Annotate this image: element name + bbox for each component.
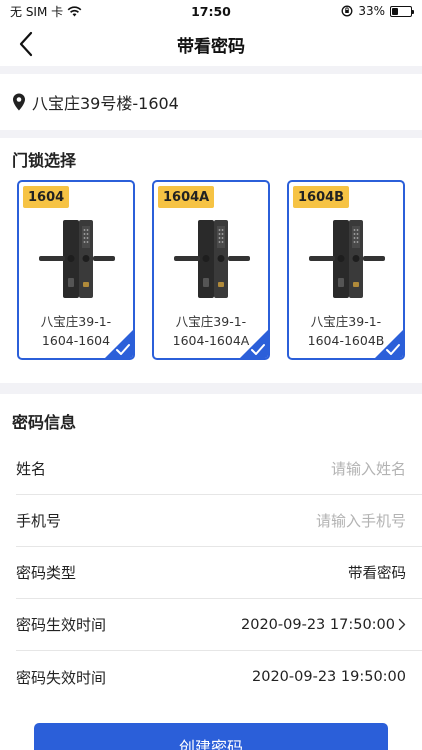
door-lock-image bbox=[309, 220, 385, 298]
location-pin-icon bbox=[13, 93, 25, 111]
lock-card[interactable]: 1604A 八宝庄39-1-1604-1604A bbox=[152, 180, 270, 360]
lock-card[interactable]: 1604B 八宝庄39-1-1604-1604B bbox=[287, 180, 405, 360]
phone-input[interactable] bbox=[206, 511, 406, 530]
start-time-value: 2020-09-23 17:50:00 bbox=[241, 616, 395, 633]
door-lock-image bbox=[39, 220, 115, 298]
status-right: 33% bbox=[341, 4, 414, 18]
divider-gap bbox=[0, 66, 422, 74]
phone-label: 手机号 bbox=[16, 512, 62, 530]
status-bar: 无 SIM 卡 17:50 33% bbox=[0, 0, 422, 22]
divider-gap bbox=[0, 130, 422, 138]
password-type-row: 密码类型 带看密码 bbox=[16, 547, 422, 599]
create-password-button[interactable]: 创建密码 bbox=[34, 723, 388, 750]
orientation-lock-icon bbox=[341, 5, 353, 17]
back-button[interactable] bbox=[10, 28, 42, 60]
battery-percent: 33% bbox=[358, 4, 385, 18]
name-label: 姓名 bbox=[16, 460, 47, 478]
battery-fill bbox=[392, 7, 398, 15]
password-section-title: 密码信息 bbox=[12, 413, 77, 432]
carrier-label: 无 SIM 卡 bbox=[10, 4, 64, 19]
lock-section-title: 门锁选择 bbox=[12, 151, 77, 170]
lock-tag: 1604B bbox=[293, 186, 350, 208]
battery-icon bbox=[390, 5, 414, 17]
end-time-row: 密码失效时间 2020-09-23 19:50:00 bbox=[16, 651, 422, 703]
start-time-row[interactable]: 密码生效时间 2020-09-23 17:50:00 bbox=[16, 599, 422, 651]
checkmark-icon bbox=[375, 330, 403, 358]
lock-tag: 1604A bbox=[158, 186, 215, 208]
chevron-left-icon bbox=[19, 31, 33, 57]
divider-gap bbox=[0, 383, 422, 394]
password-type-label: 密码类型 bbox=[16, 564, 77, 582]
password-type-value: 带看密码 bbox=[348, 566, 406, 582]
lock-card-list: 1604 八宝庄39-1-1604-1604 1604A 八宝庄39-1-160… bbox=[17, 180, 407, 362]
lock-tag: 1604 bbox=[23, 186, 70, 208]
end-time-value: 2020-09-23 19:50:00 bbox=[252, 669, 406, 685]
wifi-icon bbox=[67, 5, 82, 16]
checkmark-icon bbox=[105, 330, 133, 358]
name-row: 姓名 bbox=[16, 443, 422, 495]
checkmark-icon bbox=[240, 330, 268, 358]
start-time-field[interactable]: 2020-09-23 17:50:00 bbox=[241, 617, 406, 633]
name-input[interactable] bbox=[206, 459, 406, 478]
lock-card[interactable]: 1604 八宝庄39-1-1604-1604 bbox=[17, 180, 135, 360]
start-time-label: 密码生效时间 bbox=[16, 616, 107, 634]
password-form: 姓名 手机号 密码类型 带看密码 密码生效时间 2020-09-23 17:50… bbox=[0, 443, 422, 703]
address-text: 八宝庄39号楼-1604 bbox=[32, 94, 179, 113]
address-row: 八宝庄39号楼-1604 bbox=[0, 74, 422, 130]
chevron-right-icon bbox=[398, 618, 406, 631]
door-lock-image bbox=[174, 220, 250, 298]
status-left: 无 SIM 卡 bbox=[10, 3, 82, 20]
phone-row: 手机号 bbox=[16, 495, 422, 547]
page-title: 带看密码 bbox=[177, 36, 245, 57]
nav-bar: 带看密码 bbox=[0, 22, 422, 66]
end-time-label: 密码失效时间 bbox=[16, 668, 107, 687]
